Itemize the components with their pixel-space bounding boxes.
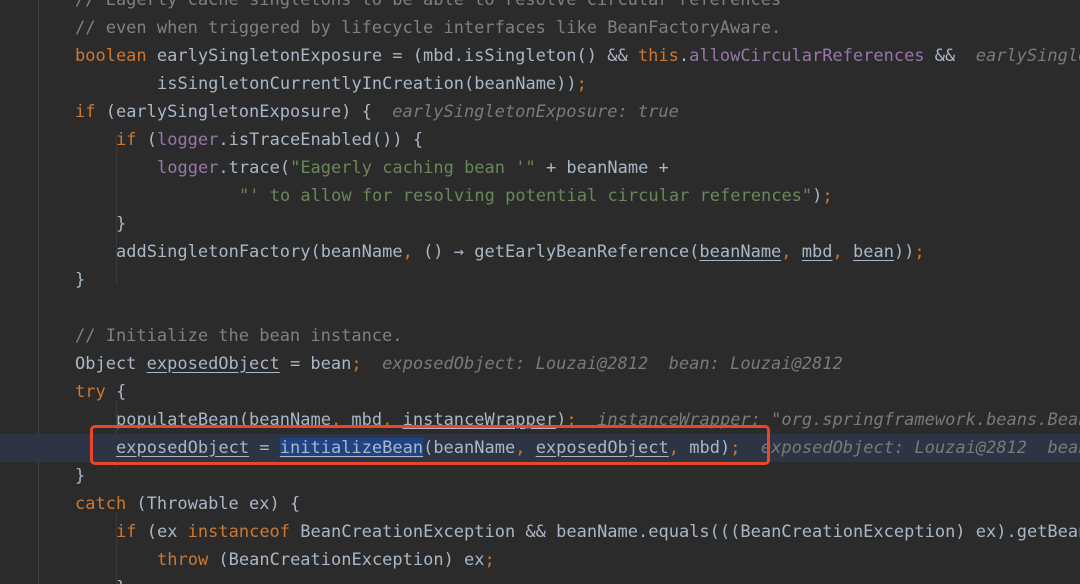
code-text: // Initialize the bean instance. (75, 322, 403, 350)
code-token: exposedObject (146, 354, 280, 374)
code-token: ; (914, 242, 925, 262)
code-text: Object exposedObject = bean; exposedObje… (75, 350, 843, 378)
code-token: , (402, 242, 424, 262)
highlight-annotation-box (90, 425, 770, 465)
code-line[interactable]: // Initialize the bean instance. (0, 322, 1080, 350)
code-text: } (116, 210, 126, 238)
code-text: throw (BeanCreationException) ex; (157, 546, 495, 574)
code-line[interactable]: // even when triggered by lifecycle inte… (0, 14, 1080, 42)
inline-debug-value: exposedObject: Louzai@2812 bean: Louzai@… (760, 438, 1080, 458)
code-line[interactable]: } (0, 462, 1080, 490)
code-token: // Initialize the bean instance. (75, 326, 403, 346)
code-line[interactable]: try { (0, 378, 1080, 406)
code-line[interactable]: } (0, 266, 1080, 294)
code-line[interactable]: } (0, 574, 1080, 584)
code-text: "' to allow for resolving potential circ… (239, 182, 833, 210)
code-token: .isTraceEnabled()) { (218, 130, 424, 150)
code-text: if (logger.isTraceEnabled()) { (116, 126, 423, 154)
code-line[interactable]: } (0, 210, 1080, 238)
code-token: )) (893, 242, 915, 262)
code-token: this (637, 46, 679, 66)
code-token: addSingletonFactory(beanName (116, 242, 403, 262)
code-line[interactable]: isSingletonCurrentlyInCreation(beanName)… (0, 70, 1080, 98)
code-token: (BeanCreationException) ex (208, 550, 485, 570)
code-token: // even when triggered by lifecycle inte… (75, 18, 782, 38)
code-token: (ex (136, 522, 188, 542)
code-line[interactable]: if (logger.isTraceEnabled()) { (0, 126, 1080, 154)
code-token: () → getEarlyBeanReference( (423, 242, 700, 262)
code-text: catch (Throwable ex) { (75, 490, 300, 518)
code-token: instanceof (187, 522, 291, 542)
code-text: // Eagerly cache singletons to be able t… (75, 0, 781, 14)
code-token: try (75, 382, 106, 402)
code-token: } (75, 270, 86, 290)
inline-debug-value: earlySingletonExposure: true (392, 102, 679, 122)
code-token: (Throwable ex) { (126, 494, 301, 514)
code-text: try { (75, 378, 126, 406)
code-text: if (earlySingletonExposure) { earlySingl… (75, 98, 679, 126)
code-token: + beanName + (535, 158, 669, 178)
code-editor[interactable]: // Eagerly cache singletons to be able t… (0, 0, 1080, 584)
code-text: boolean earlySingletonExposure = (mbd.is… (75, 42, 1080, 70)
code-token: boolean (75, 46, 147, 66)
code-token: = bean (279, 354, 352, 374)
code-token: isSingletonCurrentlyInCreation(beanName)… (157, 74, 577, 94)
code-line[interactable]: "' to allow for resolving potential circ… (0, 182, 1080, 210)
code-token: "Eagerly caching bean '" (290, 158, 536, 178)
code-token: BeanCreationException && beanName.equals… (300, 522, 1080, 542)
code-line[interactable] (0, 294, 1080, 322)
code-token: "' to allow for resolving potential circ… (239, 186, 813, 206)
code-token: throw (157, 550, 209, 570)
code-text: isSingletonCurrentlyInCreation(beanName)… (157, 70, 587, 98)
code-line[interactable]: if (ex instanceof BeanCreationException … (0, 518, 1080, 546)
code-token: ; (484, 550, 495, 570)
code-token: logger (156, 130, 219, 150)
code-token: } (116, 578, 126, 584)
code-token: } (75, 466, 86, 486)
code-token: if (116, 522, 137, 542)
code-text: if (ex instanceof BeanCreationException … (116, 518, 1080, 546)
code-text: } (116, 574, 126, 584)
code-token: catch (75, 494, 127, 514)
code-token: // Eagerly cache singletons to be able t… (75, 0, 782, 10)
code-token: .trace( (218, 158, 291, 178)
code-token: ( (136, 130, 157, 150)
code-token: ; (822, 186, 833, 206)
code-token: if (75, 102, 96, 122)
code-token: beanName (699, 242, 782, 262)
code-line[interactable]: catch (Throwable ex) { (0, 490, 1080, 518)
code-text: // even when triggered by lifecycle inte… (75, 14, 781, 42)
code-token: ; (576, 74, 587, 94)
code-token: . (678, 46, 690, 66)
code-text: } (75, 266, 85, 294)
code-token: ; (351, 354, 362, 374)
code-line[interactable]: if (earlySingletonExposure) { earlySingl… (0, 98, 1080, 126)
code-text: logger.trace("Eagerly caching bean '" + … (157, 154, 669, 182)
code-line[interactable]: Object exposedObject = bean; exposedObje… (0, 350, 1080, 378)
code-line[interactable]: throw (BeanCreationException) ex; (0, 546, 1080, 574)
code-token: bean (852, 242, 894, 262)
code-token: } (116, 214, 127, 234)
code-token: earlySingletonExposure = (mbd.isSingleto… (146, 46, 638, 66)
code-line[interactable]: // Eagerly cache singletons to be able t… (0, 0, 1080, 14)
inline-debug-value: earlySingletonExposure: true (975, 46, 1080, 66)
code-token: , (781, 242, 802, 262)
code-token: (earlySingletonExposure) { (95, 102, 393, 122)
code-token: && (924, 46, 976, 66)
code-line[interactable]: addSingletonFactory(beanName, () → getEa… (0, 238, 1080, 266)
code-token: , (832, 242, 853, 262)
code-token: allowCircularReferences (689, 46, 925, 66)
code-line[interactable]: boolean earlySingletonExposure = (mbd.is… (0, 42, 1080, 70)
code-line[interactable]: logger.trace("Eagerly caching bean '" + … (0, 154, 1080, 182)
code-token: { (105, 382, 127, 402)
code-token: Object (75, 354, 147, 374)
inline-debug-value: exposedObject: Louzai@2812 bean: Louzai@… (382, 354, 843, 374)
code-text: } (75, 462, 85, 490)
code-text: addSingletonFactory(beanName, () → getEa… (116, 238, 925, 266)
code-token: if (116, 130, 137, 150)
code-token: mbd (801, 242, 833, 262)
code-token: ) (812, 186, 823, 206)
code-token: logger (157, 158, 219, 178)
